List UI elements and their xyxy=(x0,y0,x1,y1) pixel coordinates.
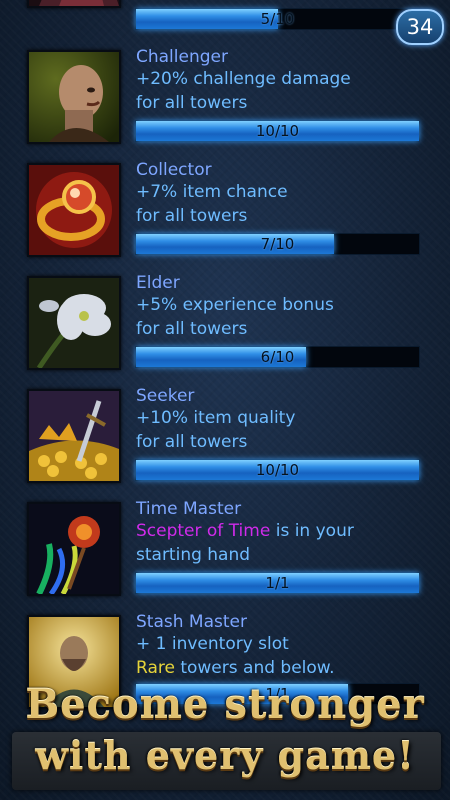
treasure-sword-icon xyxy=(27,389,121,483)
dark-tower-icon xyxy=(27,0,121,8)
talent-description-line1: +10% item quality xyxy=(136,408,296,428)
talent-row-previous[interactable]: 5/10 xyxy=(0,0,450,30)
talent-name: Elder xyxy=(136,273,180,293)
talent-row-seeker[interactable]: Seeker +10% item quality for all towers … xyxy=(0,386,450,499)
talent-row-time-master[interactable]: Time Master Scepter of Time is in your s… xyxy=(0,499,450,612)
description-text: is in your xyxy=(270,521,354,541)
description-text: towers and below. xyxy=(174,658,335,678)
progress-bar: 10/10 xyxy=(135,120,420,142)
banner-title-line2: with every game! xyxy=(35,733,415,778)
talent-name: Collector xyxy=(136,160,212,180)
talent-description-line1: +7% item chance xyxy=(136,182,288,202)
progress-label: 5/10 xyxy=(260,10,295,28)
bald-warrior-portrait-icon xyxy=(27,50,121,144)
progress-label: 10/10 xyxy=(255,122,300,140)
talent-description-line2: Rare towers and below. xyxy=(136,657,335,680)
level-badge: 34 xyxy=(396,9,444,45)
talent-description-line1: +20% challenge damage xyxy=(136,69,351,89)
progress-label: 6/10 xyxy=(260,348,295,366)
talent-name: Time Master xyxy=(136,499,242,519)
progress-bar: 6/10 xyxy=(135,346,420,368)
item-name-highlight: Scepter of Time xyxy=(136,521,271,541)
gold-ring-icon xyxy=(27,163,121,257)
progress-bar: 1/1 xyxy=(135,572,420,594)
banner-title-line1: Become stronger xyxy=(25,681,425,728)
talent-description-line1: +5% experience bonus xyxy=(136,295,334,315)
talent-description-line2: for all towers xyxy=(136,432,248,452)
talent-description-line1: Scepter of Time is in your xyxy=(136,520,354,543)
scepter-icon xyxy=(27,502,121,596)
talent-description-line2: starting hand xyxy=(136,545,251,565)
talent-description-line2: for all towers xyxy=(136,206,248,226)
progress-label: 7/10 xyxy=(260,235,295,253)
talent-name: Challenger xyxy=(136,47,228,67)
talent-row-collector[interactable]: Collector +7% item chance for all towers… xyxy=(0,160,450,273)
progress-label: 10/10 xyxy=(255,461,300,479)
rarity-highlight: Rare xyxy=(136,658,175,678)
talent-name: Stash Master xyxy=(136,612,247,632)
talent-description-line2: for all towers xyxy=(136,93,248,113)
talent-row-elder[interactable]: Elder +5% experience bonus for all tower… xyxy=(0,273,450,386)
progress-label: 1/1 xyxy=(265,574,290,592)
talent-description-line1: + 1 inventory slot xyxy=(136,634,289,654)
white-flowers-icon xyxy=(27,276,121,370)
progress-bar: 7/10 xyxy=(135,233,420,255)
talent-row-challenger[interactable]: Challenger +20% challenge damage for all… xyxy=(0,47,450,160)
progress-bar: 5/10 xyxy=(135,8,420,30)
talent-name: Seeker xyxy=(136,386,195,406)
talent-description-line2: for all towers xyxy=(136,319,248,339)
progress-bar: 10/10 xyxy=(135,459,420,481)
